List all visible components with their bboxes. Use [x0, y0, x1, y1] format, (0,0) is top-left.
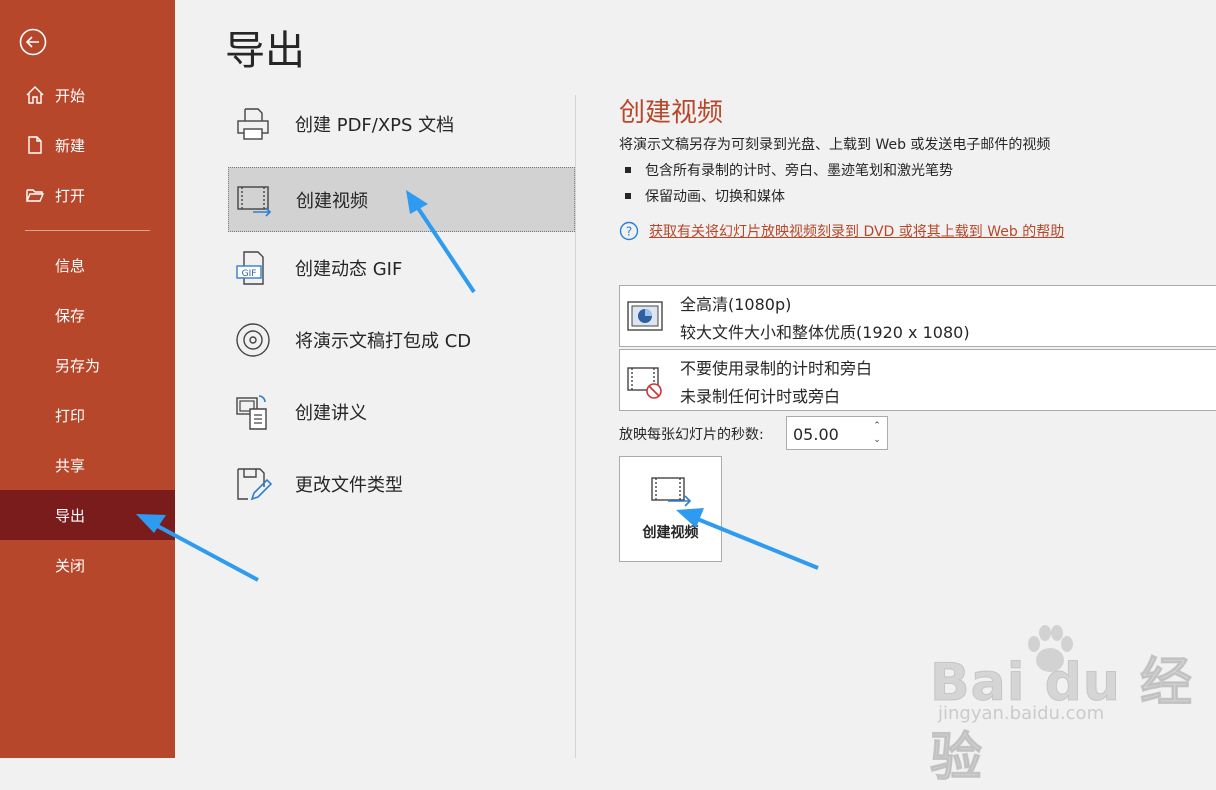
- export-option-gif[interactable]: GIF 创建动态 GIF: [228, 237, 575, 299]
- nav-divider: [25, 230, 150, 231]
- export-option-pdf[interactable]: 创建 PDF/XPS 文档: [228, 93, 575, 155]
- nav-item-print[interactable]: 打印: [0, 390, 175, 440]
- section-title: 创建视频: [619, 98, 724, 128]
- timing-title: 不要使用录制的计时和旁白: [680, 359, 873, 378]
- timing-dropdown[interactable]: 不要使用录制的计时和旁白 未录制任何计时或旁白: [619, 349, 1216, 411]
- export-option-change-type[interactable]: 更改文件类型: [228, 453, 575, 515]
- nav-item-home[interactable]: 开始: [0, 70, 175, 120]
- quality-title: 全高清(1080p): [680, 295, 792, 314]
- nav-item-new[interactable]: 新建: [0, 120, 175, 170]
- export-option-handout[interactable]: 创建讲义: [228, 381, 575, 443]
- bullet-marker: [625, 167, 631, 173]
- new-file-icon: [28, 136, 42, 154]
- seconds-input[interactable]: [787, 417, 875, 451]
- help-link-text: 获取有关将幻灯片放映视频刻录到 DVD 或将其上载到 Web 的帮助: [649, 224, 1065, 240]
- export-option-cd[interactable]: 将演示文稿打包成 CD: [228, 309, 575, 371]
- change-file-type-icon: [237, 468, 272, 501]
- svg-text:?: ?: [626, 225, 632, 239]
- nav-item-open[interactable]: 打开: [0, 170, 175, 220]
- cd-icon: [236, 323, 270, 357]
- nav-item-label: 打开: [55, 186, 86, 205]
- nav-item-label: 打印: [55, 406, 86, 425]
- nav-item-label: 新建: [55, 136, 86, 155]
- nav-item-export[interactable]: 导出: [0, 490, 175, 540]
- no-timings-icon: [627, 367, 662, 399]
- nav-item-info[interactable]: 信息: [0, 240, 175, 290]
- gif-icon: GIF: [236, 251, 264, 285]
- chevron-down-icon[interactable]: ⌄: [871, 433, 883, 447]
- nav-item-save-as[interactable]: 另存为: [0, 340, 175, 390]
- export-option-video[interactable]: 创建视频: [228, 167, 575, 232]
- svg-text:GIF: GIF: [242, 269, 257, 279]
- baidu-jingyan-watermark: Bai du 经验 jingyan.baidu.com: [930, 620, 1200, 789]
- nav-item-label: 开始: [55, 86, 86, 105]
- bullet-text: 包含所有录制的计时、旁白、墨迹笔划和激光笔势: [645, 163, 953, 179]
- nav-item-close[interactable]: 关闭: [0, 540, 175, 590]
- nav-item-label: 共享: [55, 456, 86, 475]
- quality-subtitle: 较大文件大小和整体优质(1920 x 1080): [680, 323, 970, 342]
- bullet-marker: [625, 193, 631, 199]
- create-video-button[interactable]: 创建视频: [619, 456, 722, 562]
- presentation-quality-icon: [627, 301, 663, 331]
- nav-item-label: 保存: [55, 306, 86, 325]
- watermark-url: jingyan.baidu.com: [938, 703, 1105, 724]
- export-option-label: 创建 PDF/XPS 文档: [295, 115, 455, 136]
- panel-divider: [575, 95, 576, 758]
- export-option-label: 创建视频: [296, 190, 368, 212]
- section-description: 将演示文稿另存为可刻录到光盘、上载到 Web 或发送电子邮件的视频: [619, 137, 1051, 153]
- pdf-printer-icon: [237, 108, 269, 140]
- export-option-label: 创建动态 GIF: [295, 259, 403, 280]
- feature-bullet: 保留动画、切换和媒体: [625, 186, 785, 206]
- seconds-spinner[interactable]: ⌃ ⌄: [786, 416, 888, 451]
- nav-item-label: 另存为: [55, 356, 101, 375]
- chevron-up-icon[interactable]: ⌃: [871, 419, 883, 433]
- export-option-label: 更改文件类型: [295, 475, 403, 496]
- seconds-per-slide-label: 放映每张幻灯片的秒数:: [619, 427, 764, 443]
- back-arrow-icon[interactable]: [19, 28, 47, 56]
- create-video-button-label: 创建视频: [642, 525, 699, 541]
- timing-subtitle: 未录制任何计时或旁白: [680, 387, 841, 406]
- nav-item-save[interactable]: 保存: [0, 290, 175, 340]
- export-option-label: 将演示文稿打包成 CD: [295, 331, 472, 352]
- help-link[interactable]: ? 获取有关将幻灯片放映视频刻录到 DVD 或将其上载到 Web 的帮助: [619, 221, 1064, 241]
- nav-item-label: 导出: [55, 506, 86, 525]
- nav-item-label: 关闭: [55, 556, 86, 575]
- backstage-sidebar: 开始 新建 打开 信息 保存 另存为 打印 共享 导出 关闭: [0, 0, 175, 758]
- handout-icon: [236, 395, 267, 430]
- video-quality-dropdown[interactable]: 全高清(1080p) 较大文件大小和整体优质(1920 x 1080): [619, 285, 1216, 347]
- home-icon: [26, 86, 44, 104]
- bullet-text: 保留动画、切换和媒体: [645, 189, 785, 205]
- nav-item-label: 信息: [55, 256, 86, 275]
- page-title: 导出: [225, 28, 305, 74]
- help-question-icon: ?: [619, 221, 639, 241]
- nav-item-share[interactable]: 共享: [0, 440, 175, 490]
- video-icon: [237, 185, 272, 217]
- folder-open-icon: [26, 189, 45, 202]
- video-icon: [651, 477, 692, 507]
- feature-bullet: 包含所有录制的计时、旁白、墨迹笔划和激光笔势: [625, 160, 953, 180]
- export-option-label: 创建讲义: [295, 403, 367, 424]
